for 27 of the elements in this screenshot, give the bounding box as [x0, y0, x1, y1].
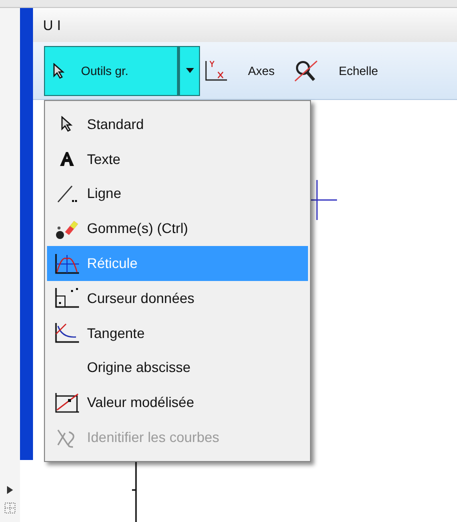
window-title: U I — [43, 16, 61, 34]
tangent-curve-icon — [54, 322, 80, 344]
menu-item[interactable]: Origine abscisse — [47, 350, 308, 386]
expand-arrow-icon[interactable] — [7, 486, 13, 494]
menu-item[interactable]: Texte — [47, 142, 308, 177]
tools-button[interactable]: Outils gr. — [44, 46, 178, 96]
menu-item[interactable]: Curseur données — [47, 280, 308, 316]
pointer-icon — [61, 116, 73, 132]
caret-icon — [186, 68, 194, 73]
line-icon — [56, 184, 78, 204]
axes-button[interactable]: Axes — [204, 46, 283, 96]
magnifier-icon — [292, 58, 319, 82]
grid-icon[interactable] — [4, 502, 16, 514]
menu-item[interactable]: Gomme(s) (Ctrl) — [47, 211, 308, 246]
axis-line — [132, 460, 140, 522]
model-chart-icon — [54, 392, 80, 414]
menu-item[interactable]: Standard — [47, 107, 308, 142]
scale-button[interactable]: Echelle — [292, 46, 378, 96]
axes-icon — [204, 60, 228, 82]
menu-item[interactable]: Ligne — [47, 176, 308, 212]
data-cursor-icon — [54, 287, 80, 310]
crosshair-chart-icon — [54, 252, 80, 275]
menu-item[interactable]: Valeur modélisée — [47, 385, 308, 420]
dropdown-button[interactable] — [178, 46, 200, 96]
letter-icon — [59, 151, 75, 168]
pointer-icon — [53, 62, 65, 78]
menu-item[interactable]: Tangente — [47, 316, 308, 351]
